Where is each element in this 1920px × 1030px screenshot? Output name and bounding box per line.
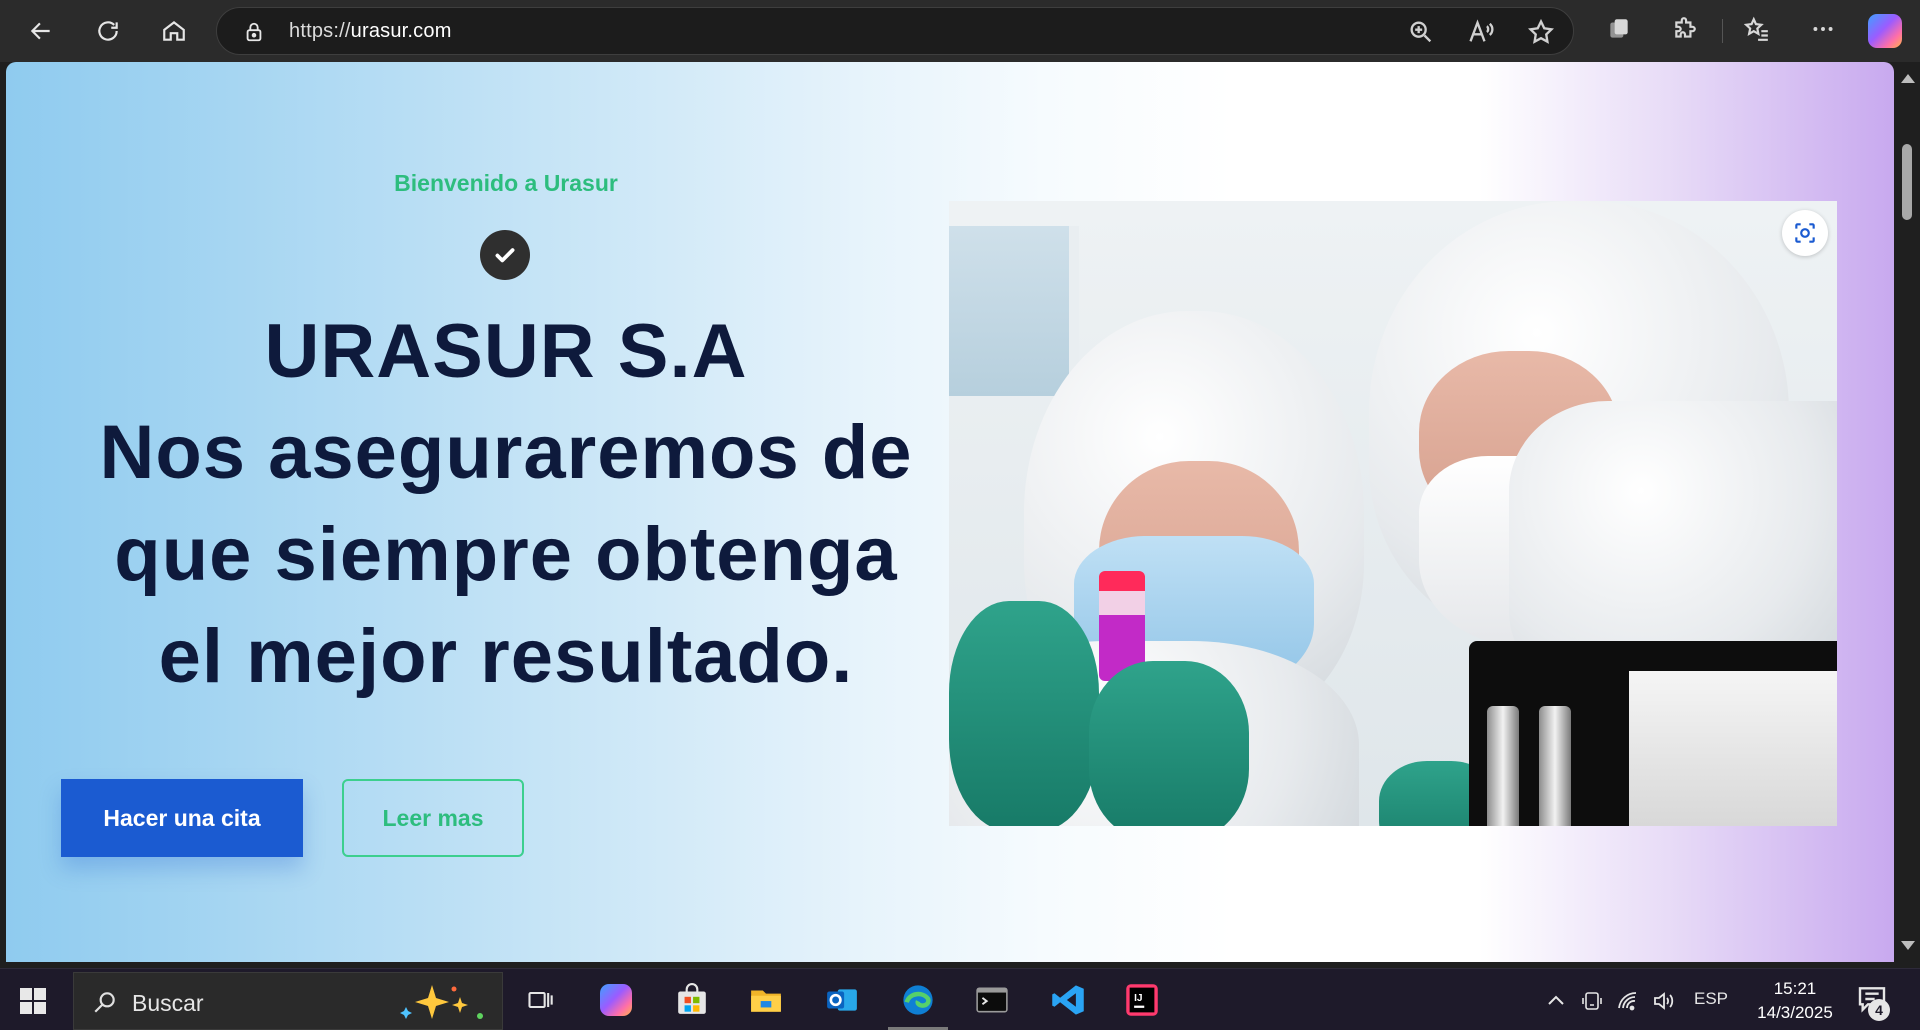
edge-glyph — [903, 985, 933, 1015]
puzzle-icon — [1675, 17, 1696, 38]
edge-icon[interactable] — [888, 980, 948, 1030]
taskbar-search[interactable]: Buscar — [73, 972, 503, 1030]
home-icon — [163, 20, 185, 41]
more-dots-icon — [1813, 27, 1833, 31]
scroll-down-icon[interactable] — [1901, 941, 1915, 950]
toolbar-divider — [1722, 19, 1723, 43]
vscode-glyph — [1052, 985, 1084, 1015]
url-domain: urasur.com — [350, 20, 452, 42]
show-hidden-icons-icon[interactable] — [1544, 989, 1568, 1013]
vscode-icon[interactable] — [1048, 980, 1088, 1020]
notification-count-badge: 4 — [1868, 999, 1890, 1021]
page-viewport: Bienvenido a Urasur URASUR S.A Nos asegu… — [6, 62, 1894, 962]
copilot-icon[interactable] — [1868, 14, 1902, 48]
hero-headline: URASUR S.A Nos aseguraremos de que siemp… — [6, 302, 1006, 708]
collections-icon — [1610, 19, 1628, 38]
machine-panel — [1629, 671, 1837, 826]
machine-rod — [1487, 706, 1519, 826]
url-text[interactable]: https://urasur.com — [289, 20, 452, 43]
copilot-app-icon[interactable] — [596, 980, 636, 1020]
sparkle-icon — [400, 985, 483, 1019]
read-more-button[interactable]: Leer mas — [342, 779, 524, 857]
url-prefix: https:// — [289, 20, 351, 42]
headline-line-2: que siempre obtenga — [114, 512, 898, 597]
volume-icon[interactable] — [1652, 989, 1676, 1013]
left-glove — [949, 601, 1099, 826]
taskbar-clock[interactable]: 15:21 14/3/2025 — [1740, 977, 1850, 1025]
headline-line-3: el mejor resultado. — [158, 614, 854, 699]
scroll-up-icon[interactable] — [1901, 74, 1915, 83]
refresh-button[interactable] — [87, 10, 129, 52]
favorite-star-icon[interactable] — [1527, 18, 1555, 46]
terminal-glyph — [976, 987, 1008, 1013]
hero-photo — [949, 201, 1837, 826]
language-indicator[interactable]: ESP — [1694, 989, 1728, 1009]
search-placeholder: Buscar — [132, 990, 204, 1016]
task-view-icon — [528, 991, 553, 1009]
windows-logo-tile — [34, 988, 46, 1000]
outlook-icon[interactable] — [822, 980, 862, 1020]
windows-logo-tile — [34, 1002, 46, 1014]
visual-search-icon — [1795, 223, 1815, 243]
taskbar: Buscar IJ ESP 15:21 14/3/2025 4 — [0, 968, 1920, 1030]
scroll-thumb[interactable] — [1902, 144, 1912, 220]
company-name: URASUR S.A — [264, 309, 748, 394]
windows-logo-tile — [20, 988, 32, 1000]
windows-logo-tile — [20, 1002, 32, 1014]
right-glove — [1089, 661, 1249, 826]
machine-rod — [1539, 706, 1571, 826]
home-button[interactable] — [153, 10, 195, 52]
microsoft-store-icon[interactable] — [672, 980, 712, 1020]
vertical-scrollbar[interactable] — [1894, 62, 1920, 962]
book-appointment-button[interactable]: Hacer una cita — [61, 779, 303, 857]
store-glyph — [678, 983, 706, 1014]
refresh-icon — [98, 21, 118, 41]
intellij-icon[interactable]: IJ — [1122, 980, 1162, 1020]
wifi-icon[interactable] — [1616, 989, 1640, 1013]
svg-text:IJ: IJ — [1134, 993, 1142, 1004]
outlook-glyph — [827, 989, 857, 1011]
start-button[interactable] — [20, 988, 46, 1014]
visual-search-button[interactable] — [1782, 210, 1828, 256]
file-explorer-icon[interactable] — [746, 980, 786, 1020]
back-button[interactable] — [20, 10, 62, 52]
lock-icon[interactable] — [243, 20, 265, 44]
copilot-app-glyph — [600, 984, 632, 1016]
settings-more-button[interactable] — [1808, 14, 1838, 44]
meet-now-icon[interactable] — [1580, 989, 1604, 1013]
favorites-list-icon — [1744, 16, 1768, 41]
back-arrow-icon — [30, 22, 50, 40]
check-icon — [480, 230, 530, 280]
task-view-button[interactable] — [520, 980, 560, 1020]
clock-time: 15:21 — [1773, 979, 1817, 998]
favorites-button[interactable] — [1742, 14, 1772, 44]
welcome-text: Bienvenido a Urasur — [394, 170, 618, 196]
browser-toolbar: https://urasur.com — [0, 0, 1920, 62]
extensions-button[interactable] — [1670, 14, 1700, 44]
lab-machine — [1469, 641, 1837, 826]
intellij-glyph: IJ — [1126, 984, 1158, 1016]
terminal-icon[interactable] — [972, 980, 1012, 1020]
zoom-icon[interactable] — [1407, 18, 1435, 46]
address-bar[interactable]: https://urasur.com — [216, 7, 1574, 55]
collections-button[interactable] — [1604, 14, 1634, 44]
search-icon — [94, 992, 115, 1013]
headline-line-1: Nos aseguraremos de — [99, 410, 913, 495]
clock-date: 14/3/2025 — [1757, 1003, 1833, 1022]
read-aloud-icon[interactable] — [1467, 18, 1495, 46]
folder-glyph — [751, 990, 781, 1012]
photo-window — [949, 226, 1079, 396]
